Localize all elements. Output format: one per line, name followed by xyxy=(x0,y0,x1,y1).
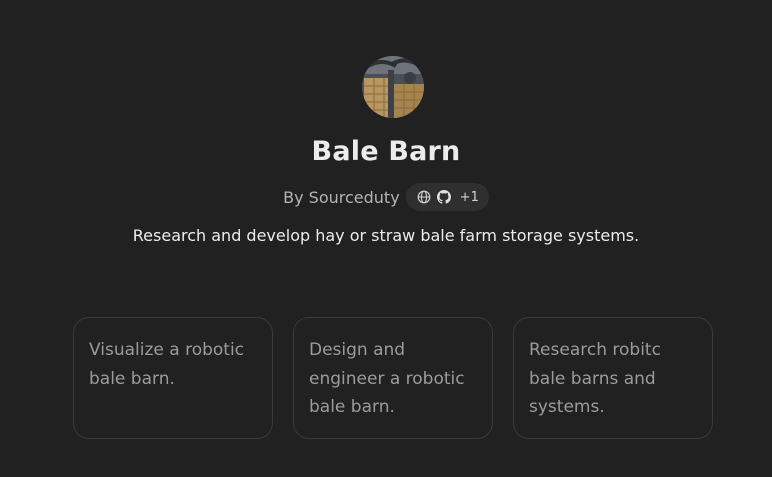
starter-card-visualize[interactable]: Visualize a robotic bale barn. xyxy=(73,317,273,439)
globe-icon[interactable] xyxy=(416,189,432,205)
author-links[interactable]: +1 xyxy=(405,183,489,211)
starter-card-research[interactable]: Research robitc bale barns and systems. xyxy=(513,317,713,439)
byline: By Sourceduty +1 xyxy=(0,183,772,211)
gpt-description: Research and develop hay or straw bale f… xyxy=(132,226,640,245)
more-links-count[interactable]: +1 xyxy=(460,190,479,205)
conversation-starters: Visualize a robotic bale barn. Design an… xyxy=(73,317,713,439)
gpt-title: Bale Barn xyxy=(311,136,461,167)
github-icon[interactable] xyxy=(436,189,452,205)
gpt-landing: Bale Barn By Sourceduty +1 Research and … xyxy=(0,0,772,477)
bale-barn-image xyxy=(362,56,424,118)
starter-card-design[interactable]: Design and engineer a robotic bale barn. xyxy=(293,317,493,439)
author-name: By Sourceduty xyxy=(283,187,400,207)
gpt-avatar xyxy=(362,56,424,118)
